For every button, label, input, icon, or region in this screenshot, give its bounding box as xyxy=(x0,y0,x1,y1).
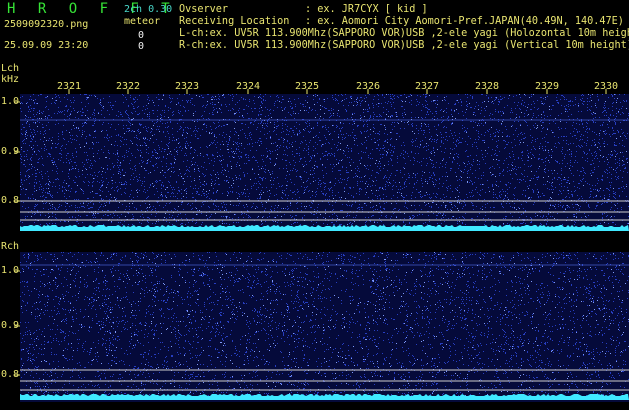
lch-noise-field xyxy=(20,94,629,231)
spectrogram xyxy=(14,89,629,402)
lch-panel xyxy=(14,94,629,231)
rch-panel xyxy=(14,252,629,402)
